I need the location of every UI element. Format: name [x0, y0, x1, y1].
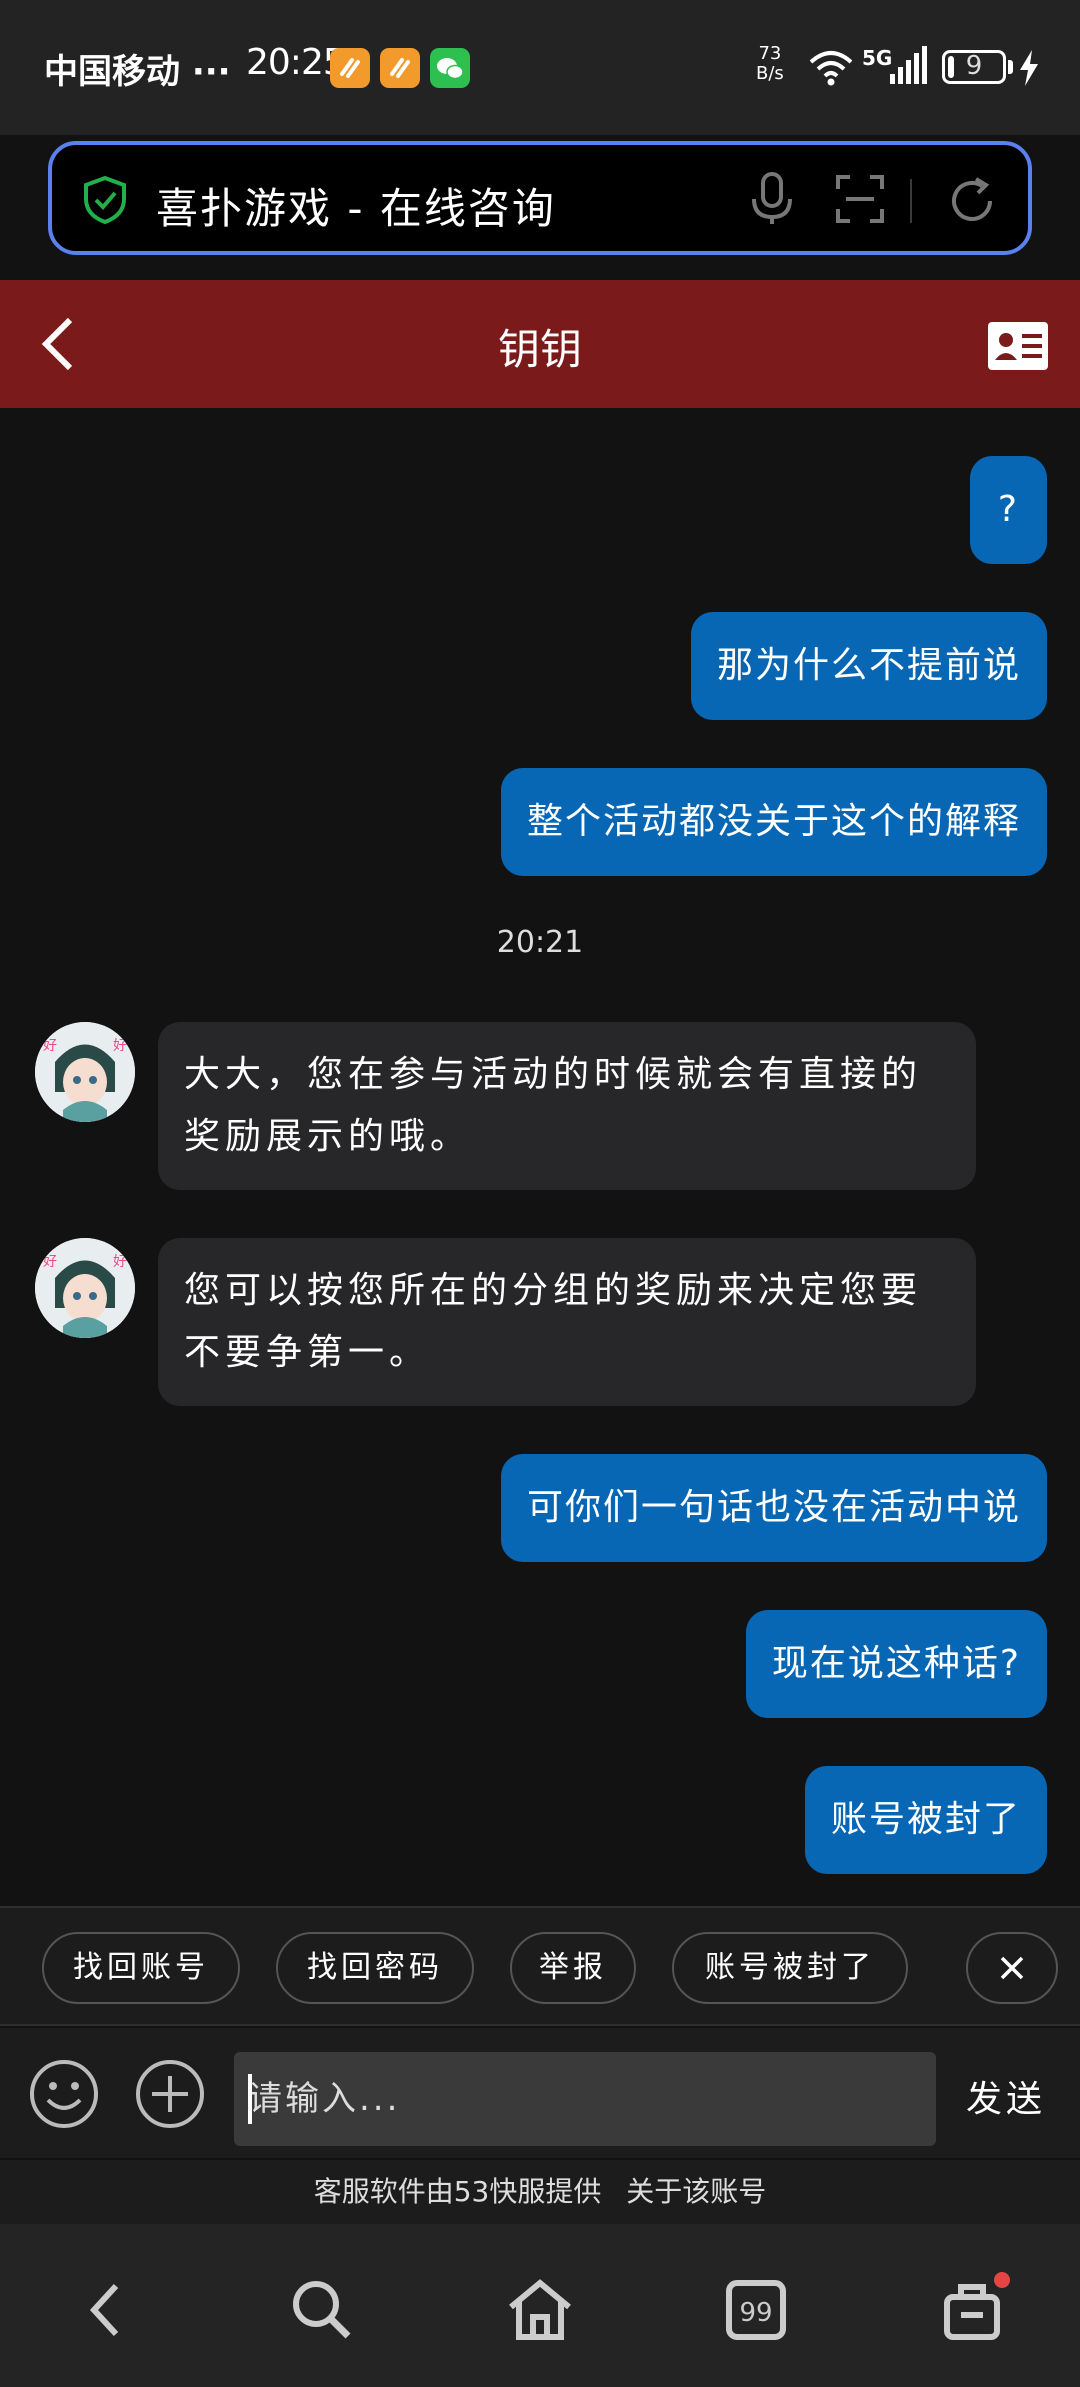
search-icon: [293, 2281, 351, 2339]
home-icon: [509, 2279, 571, 2340]
scan-icon[interactable]: [834, 173, 886, 225]
outgoing-message: 账号被封了: [804, 1766, 1047, 1874]
nav-menu-button[interactable]: [932, 2270, 1012, 2350]
divider: [910, 179, 912, 223]
notification-dot: [994, 2272, 1010, 2288]
nav-tabs-button[interactable]: 99: [716, 2270, 796, 2350]
address-bar[interactable]: 喜扑游戏 - 在线咨询: [48, 141, 1032, 255]
send-button[interactable]: 发送: [966, 2070, 1046, 2122]
carrier-name: 中国移动 ···: [44, 52, 231, 92]
microphone-icon[interactable]: [748, 171, 796, 227]
agent-name: 钥钥: [497, 325, 582, 374]
agent-avatar: 好 好: [35, 1022, 135, 1122]
battery-tip: [1008, 60, 1013, 74]
message-input[interactable]: [234, 2052, 936, 2146]
back-icon: [89, 2283, 119, 2337]
nav-back-button[interactable]: [66, 2270, 146, 2350]
quick-reply-bar: 找回账号 找回密码 举报 账号被封了: [0, 1906, 1080, 2026]
browser-bottom-nav: 99: [0, 2224, 1080, 2387]
network-speed: 73 B/s: [756, 43, 784, 84]
add-attachment-icon[interactable]: [134, 2058, 206, 2130]
footer-note: 客服软件由53快服提供 关于该账号: [0, 2160, 1080, 2224]
svg-text:好: 好: [113, 1254, 127, 1270]
charging-icon: [1020, 50, 1038, 86]
agent-avatar: 好 好: [35, 1238, 135, 1338]
emoji-icon[interactable]: [28, 2058, 100, 2130]
outgoing-message: ?: [969, 456, 1047, 564]
nav-search-button[interactable]: [282, 2270, 362, 2350]
nav-home-button[interactable]: [500, 2270, 580, 2350]
app-notification-icon: [330, 48, 370, 88]
toolbox-icon: [944, 2284, 1000, 2340]
quick-reply-chip[interactable]: 账号被封了: [672, 1932, 908, 2004]
svg-text:好: 好: [43, 1254, 57, 1270]
svg-text:好: 好: [113, 1038, 127, 1054]
shield-check-icon: [84, 175, 126, 225]
provider-text: 客服软件由53快服提供: [313, 2175, 602, 2208]
close-icon: [1000, 1956, 1024, 1980]
outgoing-message: 那为什么不提前说: [690, 612, 1047, 720]
app-notification-icon: [380, 48, 420, 88]
outgoing-message: 整个活动都没关于这个的解释: [500, 768, 1047, 876]
contact-card-icon[interactable]: [988, 322, 1048, 370]
quick-reply-chip[interactable]: 找回密码: [276, 1932, 474, 2004]
svg-text:99: 99: [739, 2298, 772, 2328]
incoming-message: 大大，您在参与活动的时候就会有直接的奖励展示的哦。: [158, 1022, 976, 1190]
about-account-link[interactable]: 关于该账号: [626, 2175, 766, 2208]
message-input-row: 发送: [0, 2028, 1080, 2158]
signal-icon: [890, 46, 927, 84]
quick-reply-chip[interactable]: 找回账号: [42, 1932, 240, 2004]
wifi-icon: [809, 51, 853, 86]
outgoing-message: 可你们一句话也没在活动中说: [500, 1454, 1047, 1562]
chat-header: 钥钥: [0, 280, 1080, 408]
message-timestamp: 20:21: [496, 925, 584, 960]
incoming-message: 您可以按您所在的分组的奖励来决定您要不要争第一。: [158, 1238, 976, 1406]
status-bar: 中国移动 ··· 20:25 73 B/s 5G 9: [0, 0, 1080, 135]
svg-text:好: 好: [43, 1038, 57, 1054]
tabs-icon: 99: [726, 2280, 786, 2340]
text-cursor: [248, 2074, 252, 2124]
outgoing-message: 现在说这种话?: [745, 1610, 1047, 1718]
page-title: 喜扑游戏 - 在线咨询: [156, 184, 556, 233]
refresh-icon[interactable]: [944, 173, 1000, 229]
wechat-icon: [430, 48, 470, 88]
close-quick-replies-button[interactable]: [966, 1932, 1058, 2004]
quick-reply-chip[interactable]: 举报: [510, 1932, 636, 2004]
battery-icon: 9: [942, 50, 1006, 84]
